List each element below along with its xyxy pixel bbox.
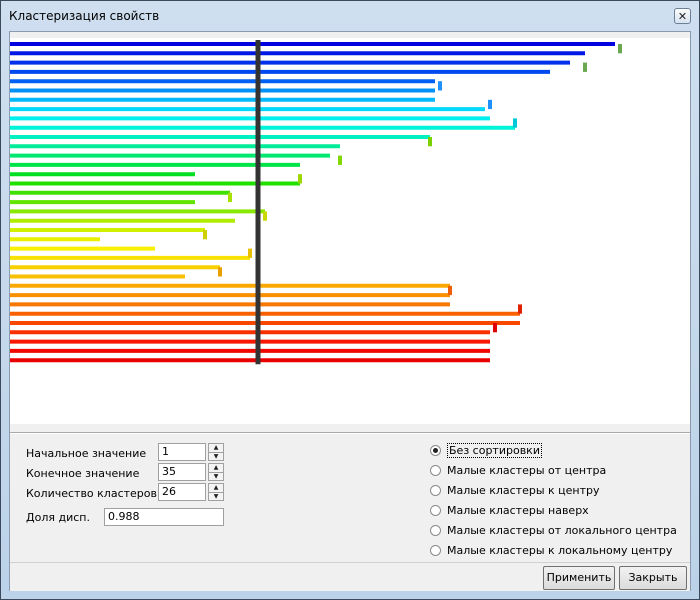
- sort-option-label: Без сортировки: [447, 443, 542, 458]
- spin-down-icon[interactable]: ▼: [209, 493, 223, 501]
- radio-button[interactable]: [430, 525, 441, 536]
- dialog-window: Кластеризация свойств ✕ Начальное значен…: [0, 0, 700, 600]
- sort-option-label: Малые кластеры к локальному центру: [447, 544, 673, 557]
- dendrogram-chart[interactable]: [10, 38, 690, 424]
- sort-option-label: Малые кластеры от центра: [447, 464, 607, 477]
- start-value-input[interactable]: 1: [158, 443, 206, 461]
- cluster-count-label: Количество кластеров: [26, 487, 157, 500]
- cluster-count-spinner[interactable]: ▲ ▼: [208, 483, 224, 501]
- end-value-spinner[interactable]: ▲ ▼: [208, 463, 224, 481]
- variance-share-label: Доля дисп.: [26, 511, 90, 524]
- window-title: Кластеризация свойств: [9, 9, 160, 23]
- end-value-label: Конечное значение: [26, 467, 140, 480]
- radio-button[interactable]: [430, 505, 441, 516]
- spin-down-icon[interactable]: ▼: [209, 453, 223, 461]
- sort-option-label: Малые кластеры от локального центра: [447, 524, 677, 537]
- end-value-input[interactable]: 35: [158, 463, 206, 481]
- start-value-label: Начальное значение: [26, 447, 147, 460]
- spin-up-icon[interactable]: ▲: [209, 444, 223, 453]
- divider: [10, 433, 690, 434]
- client-area: Начальное значение 1 ▲ ▼ Конечное значени…: [9, 31, 691, 591]
- close-button[interactable]: Закрыть: [619, 566, 687, 590]
- button-bar: Применить Закрыть: [10, 562, 690, 591]
- spin-up-icon[interactable]: ▲: [209, 484, 223, 493]
- radio-button[interactable]: [430, 485, 441, 496]
- sort-option-label: Малые кластеры к центру: [447, 484, 600, 497]
- title-bar[interactable]: Кластеризация свойств ✕: [1, 1, 699, 31]
- chart-panel: [10, 32, 690, 433]
- spin-up-icon[interactable]: ▲: [209, 464, 223, 473]
- start-value-spinner[interactable]: ▲ ▼: [208, 443, 224, 461]
- sort-option-label: Малые кластеры наверх: [447, 504, 589, 517]
- apply-button[interactable]: Применить: [543, 566, 615, 590]
- variance-share-input[interactable]: 0.988: [104, 508, 224, 526]
- close-icon: ✕: [677, 10, 688, 23]
- radio-button[interactable]: [430, 465, 441, 476]
- radio-button[interactable]: [430, 445, 441, 456]
- spin-down-icon[interactable]: ▼: [209, 473, 223, 481]
- radio-button[interactable]: [430, 545, 441, 556]
- cluster-count-input[interactable]: 26: [158, 483, 206, 501]
- close-window-button[interactable]: ✕: [674, 8, 691, 24]
